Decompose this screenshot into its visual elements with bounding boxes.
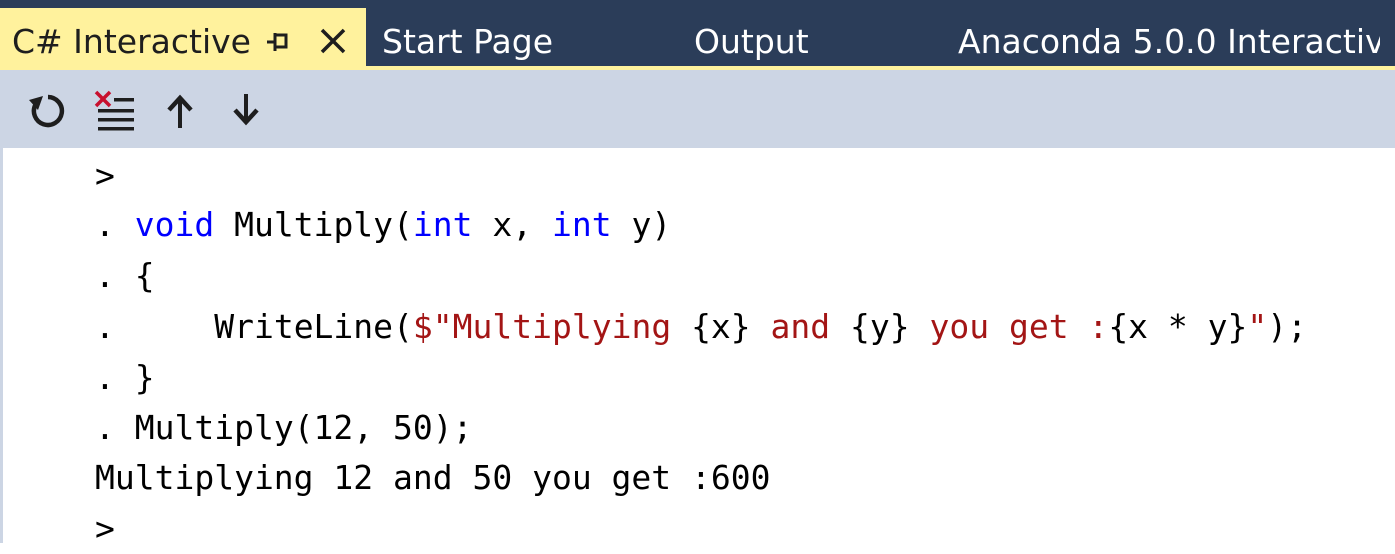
code-token: ); [1267,307,1308,346]
continuation-marker: . [95,307,115,346]
code-token: {x * y} [1108,307,1248,346]
close-icon[interactable] [318,26,348,56]
tab-output[interactable]: Output [694,22,809,61]
history-previous-icon[interactable] [160,88,204,134]
code-token: } [134,358,155,397]
console-line: . { [95,251,155,301]
console-line: > [95,151,115,201]
console-line: . } [95,353,155,403]
code-token: Multiply( [214,205,413,244]
prompt-marker: > [95,156,115,195]
reset-icon[interactable] [26,88,70,134]
string-token: " [1247,307,1268,346]
continuation-marker: . [95,256,115,295]
continuation-marker: . [95,358,115,397]
code-token: y) [611,205,672,244]
code-token: { [134,256,155,295]
code-token: {x} [691,307,751,346]
code-token: Multiply(12, 50); [134,408,473,447]
tab-start-page[interactable]: Start Page [382,22,553,61]
document-tab-strip: C# Interactive Start Page Output Anacond… [0,0,1395,70]
console-line: . Multiply(12, 50); [95,403,473,453]
tab-anaconda-interactive[interactable]: Anaconda 5.0.0 Interactive [958,22,1395,61]
tab-csharp-interactive[interactable]: C# Interactive [0,8,366,70]
console-line: Multiplying 12 and 50 you get :600 [95,453,771,503]
pin-icon[interactable] [264,28,292,56]
string-token: you get : [909,307,1109,346]
continuation-marker: . [95,205,115,244]
string-token: and [750,307,851,346]
code-token: WriteLine( [134,307,413,346]
prompt-marker: > [95,509,115,548]
tab-label: C# Interactive [12,22,251,61]
keyword-token: void [134,205,215,244]
code-token: Multiplying 12 and 50 you get :600 [95,458,771,497]
interactive-toolbar [0,66,1395,148]
code-token: {y} [850,307,910,346]
clear-screen-icon[interactable] [94,88,138,134]
interactive-console[interactable]: >. void Multiply(int x, int y). {. Write… [0,148,1395,548]
keyword-token: int [552,205,612,244]
continuation-marker: . [95,408,115,447]
keyword-token: int [412,205,473,244]
string-token: $"Multiplying [412,307,692,346]
tabstrip-edge [1380,4,1395,70]
history-next-icon[interactable] [224,88,268,134]
console-line: > [95,504,115,554]
console-line: . void Multiply(int x, int y) [95,200,671,250]
code-token: x, [472,205,553,244]
console-line: . WriteLine($"Multiplying {x} and {y} yo… [95,302,1307,352]
